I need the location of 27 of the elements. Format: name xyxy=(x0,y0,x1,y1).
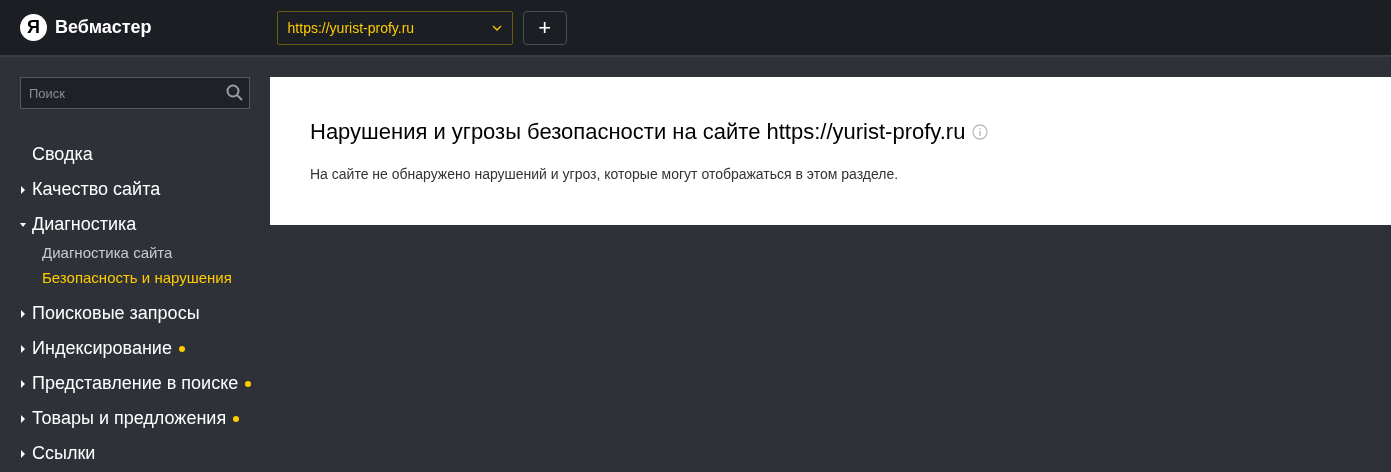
nav-subitem[interactable]: Безопасность и нарушения xyxy=(20,265,270,290)
app-name: Вебмастер xyxy=(55,17,152,38)
caret-icon xyxy=(20,449,26,458)
nav-item[interactable]: Диагностика xyxy=(20,207,270,242)
search-field[interactable]: Поиск xyxy=(20,77,250,109)
caret-icon xyxy=(20,309,26,318)
nav-subitem[interactable]: Диагностика сайта xyxy=(20,240,270,265)
caret-icon xyxy=(20,344,26,353)
caret-icon xyxy=(20,185,26,194)
nav-item[interactable]: Качество сайта xyxy=(20,172,270,207)
nav-item[interactable]: Ссылки xyxy=(20,436,270,471)
site-select[interactable]: https://yurist-profy.ru xyxy=(276,10,513,45)
caret-icon xyxy=(20,379,26,388)
nav-item[interactable]: Индексирование xyxy=(20,331,270,366)
nav-item[interactable]: Товары и предложения xyxy=(20,401,270,436)
nav-item[interactable]: Представление в поиске xyxy=(20,366,270,401)
info-icon[interactable] xyxy=(972,124,989,140)
caret-icon xyxy=(20,220,26,229)
status-message: На сайте не обнаружено нарушений и угроз, которые могут отображаться в этом разделе. xyxy=(310,166,900,182)
page-title: Нарушения и угрозы безопасности на сайте https://yurist-profy.ru xyxy=(310,119,1351,145)
caret-icon xyxy=(20,414,26,423)
nav-item[interactable]: Сводка xyxy=(20,137,270,172)
logo[interactable]: Я xyxy=(20,14,47,41)
nav-item[interactable]: Поисковые запросы xyxy=(20,296,270,331)
search-icon xyxy=(226,84,243,101)
add-site-button[interactable]: + xyxy=(522,10,567,45)
chevron-down-icon xyxy=(491,24,502,31)
